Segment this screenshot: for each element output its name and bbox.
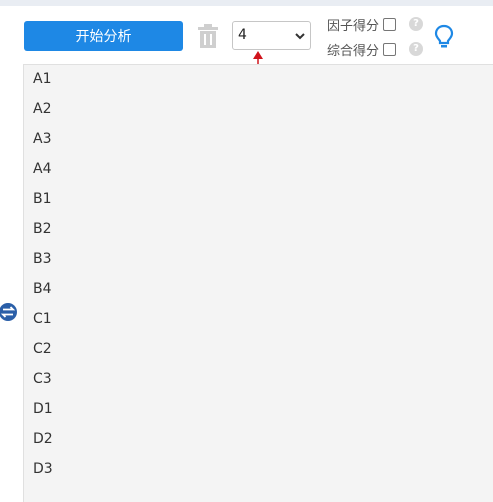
composite-score-option[interactable]: 综合得分 — [327, 41, 397, 59]
list-item[interactable]: C3 — [33, 371, 52, 387]
factor-count-select[interactable]: 4 — [232, 21, 311, 50]
factor-score-label: 因子得分 — [327, 18, 380, 34]
list-item[interactable]: D3 — [33, 461, 53, 477]
list-item[interactable]: A4 — [33, 161, 51, 177]
factor-score-option[interactable]: 因子得分 — [327, 16, 397, 34]
list-item[interactable]: D1 — [33, 401, 53, 417]
list-item[interactable]: C1 — [33, 311, 52, 327]
list-item[interactable]: B2 — [33, 221, 52, 237]
variable-list[interactable]: A1 A2 A3 A4 B1 B2 B3 B4 C1 C2 C3 D1 D2 D… — [23, 64, 493, 502]
list-item[interactable]: B4 — [33, 281, 52, 297]
list-item[interactable]: A2 — [33, 101, 51, 117]
list-item[interactable]: A3 — [33, 131, 51, 147]
composite-score-checkbox[interactable] — [383, 42, 397, 56]
chevron-down-icon — [295, 33, 305, 40]
trash-icon[interactable] — [197, 24, 219, 48]
list-item[interactable]: D2 — [33, 431, 53, 447]
help-icon[interactable]: ? — [409, 42, 423, 56]
help-icon[interactable]: ? — [409, 17, 423, 31]
top-strip — [0, 0, 493, 6]
list-item[interactable]: B1 — [33, 191, 52, 207]
list-item[interactable]: B3 — [33, 251, 52, 267]
factor-score-checkbox[interactable] — [383, 17, 397, 31]
lightbulb-icon[interactable] — [434, 24, 454, 50]
list-item[interactable]: C2 — [33, 341, 52, 357]
swap-icon[interactable] — [0, 302, 18, 322]
composite-score-label: 综合得分 — [327, 43, 380, 59]
select-value: 4 — [238, 27, 247, 43]
start-analysis-button[interactable]: 开始分析 — [24, 21, 183, 51]
list-item[interactable]: A1 — [33, 71, 51, 87]
